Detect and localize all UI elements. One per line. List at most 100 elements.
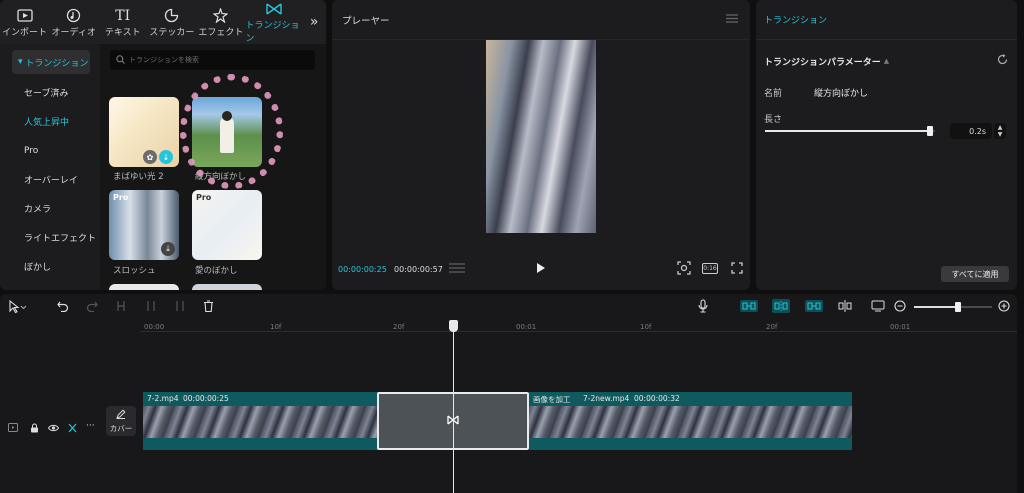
zoom-slider[interactable] [914, 302, 992, 312]
timeline-toolbar [0, 294, 1017, 320]
auto-snap-icon[interactable] [772, 299, 790, 313]
pro-badge: Pro [196, 193, 212, 202]
ruler-tick: 00:00 [144, 323, 165, 331]
clip-1-duration: 00:00:00:25 [183, 394, 229, 403]
visibility-icon[interactable] [47, 424, 60, 435]
cover-label: カバー [109, 423, 133, 433]
download-icon[interactable]: ⤓ [161, 242, 175, 256]
video-preview[interactable] [486, 40, 596, 233]
stepper-up-icon[interactable]: ▲ [998, 124, 1003, 131]
menu-icon[interactable] [726, 13, 738, 26]
category-overlay[interactable]: オーバーレイ [0, 165, 100, 194]
zoom-in-icon[interactable] [998, 300, 1010, 312]
transition-card-partial[interactable] [109, 284, 179, 290]
name-label: 名前 [764, 89, 783, 99]
ruler-tick: 10f [270, 323, 282, 331]
duration-slider-knob[interactable] [926, 126, 933, 136]
tab-import[interactable]: インポート [0, 0, 49, 44]
microphone-icon[interactable] [698, 299, 708, 313]
duration-slider[interactable] [765, 126, 935, 136]
category-trending[interactable]: 人気上昇中 [0, 107, 100, 136]
ruler-tick: 20f [766, 323, 778, 331]
search-placeholder: トランジションを検索 [129, 56, 199, 64]
reset-icon[interactable] [997, 54, 1008, 68]
tab-import-label: インポート [2, 27, 48, 38]
apply-all-button[interactable]: すべてに適用 [941, 266, 1009, 282]
magnet-main-track-icon[interactable] [740, 300, 758, 312]
category-saved[interactable]: セーブ済み [0, 78, 100, 107]
category-pro[interactable]: Pro [0, 136, 100, 165]
clip-2-filmstrip [529, 406, 852, 438]
transition-grid: トランジションを検索 ✿ ↓ まばゆい光 2 縦方向ぼかし Pro ⤓ スロッシ… [100, 44, 326, 290]
duration-input[interactable]: 0.2s [950, 123, 992, 139]
tab-text[interactable]: TI テキスト [98, 0, 147, 44]
transition-card[interactable]: Pro ⤓ [109, 190, 179, 260]
lock-icon[interactable] [30, 423, 39, 436]
tab-effect-label: エフェクト [198, 27, 244, 38]
clip-1-filmstrip [143, 406, 378, 438]
tab-sticker-label: ステッカー [149, 27, 195, 38]
ratio-icon[interactable]: 0:16 [702, 263, 718, 274]
effect-icon [213, 7, 229, 25]
tab-transition[interactable]: トランジション [245, 0, 302, 44]
search-input[interactable]: トランジションを検索 [110, 50, 315, 70]
current-time: 00:00:00:25 [338, 264, 387, 274]
split-right-icon[interactable] [175, 300, 185, 312]
cover-button[interactable]: カバー [106, 406, 136, 436]
preview-axis-icon[interactable] [838, 300, 852, 312]
tab-effect[interactable]: エフェクト [196, 0, 245, 44]
playhead[interactable] [453, 320, 454, 493]
select-tool-icon[interactable] [9, 300, 27, 314]
transition-card[interactable]: ✿ ↓ [109, 97, 179, 167]
thumbnail-toggle-icon[interactable] [871, 300, 885, 312]
zoom-slider-knob[interactable] [955, 302, 961, 312]
video-clip-1[interactable]: 7-2.mp4 00:00:00:25 [143, 392, 378, 450]
clip-2-name: 7-2new.mp4 [583, 394, 630, 403]
more-tabs-chevron-icon[interactable]: » [302, 0, 326, 44]
tab-sticker[interactable]: ステッカー [147, 0, 196, 44]
category-list: ▾ トランジション セーブ済み 人気上昇中 Pro オーバーレイ カメラ ライト… [0, 44, 100, 290]
transition-card[interactable]: Pro [192, 190, 262, 260]
track-header: ··· [0, 404, 102, 452]
clip-2-duration: 00:00:00:32 [634, 394, 680, 403]
param-section-title: トランジションパラメーター [764, 57, 881, 68]
tab-audio[interactable]: オーディオ [49, 0, 98, 44]
collapse-icon[interactable]: ▲ [884, 57, 889, 65]
redo-icon[interactable] [86, 300, 98, 312]
delete-icon[interactable] [203, 300, 214, 312]
player-controls: 00:00:00:25 00:00:00:57 0:16 [332, 258, 750, 280]
zoom-out-icon[interactable] [894, 300, 906, 312]
clip-2-edit-label[interactable]: 画像を加工 [533, 394, 571, 405]
duration-stepper[interactable]: ▲ ▼ [994, 123, 1006, 139]
mute-audio-icon[interactable] [68, 423, 77, 436]
player-header: プレーヤー [332, 0, 750, 40]
waveform-icon[interactable] [448, 262, 466, 277]
transition-name: 愛のぼかし [195, 266, 238, 276]
category-transition[interactable]: ▾ トランジション [12, 50, 90, 74]
stepper-down-icon[interactable]: ▼ [998, 131, 1003, 138]
screenshot-icon[interactable] [677, 260, 691, 278]
linkage-icon[interactable] [805, 300, 823, 312]
more-icon[interactable]: ··· [86, 421, 95, 431]
category-light-effect[interactable]: ライトエフェクト [0, 223, 100, 252]
inspector-title: トランジション [756, 0, 1017, 40]
name-value: 縦方向ぼかし [814, 89, 869, 99]
fullscreen-icon[interactable] [731, 261, 743, 277]
clip-1-name: 7-2.mp4 [147, 394, 179, 403]
category-blur[interactable]: ぼかし [0, 252, 100, 281]
media-panel: インポート オーディオ TI テキスト ステッカー エフェクト トランジション … [0, 0, 326, 290]
player-title: プレーヤー [342, 15, 390, 27]
transition-card-partial[interactable] [192, 284, 262, 290]
video-clip-2[interactable]: 画像を加工 7-2new.mp4 00:00:00:32 [529, 392, 852, 450]
ruler-tick: 10f [640, 323, 652, 331]
favorite-icon[interactable]: ✿ [143, 150, 157, 164]
time-ruler[interactable]: 00:00 10f 20f 00:01 10f 20f 00:01 [140, 320, 1017, 332]
split-left-icon[interactable] [146, 300, 156, 312]
player-panel: プレーヤー 00:00:00:25 00:00:00:57 0:16 [332, 0, 750, 290]
play-button[interactable] [536, 262, 546, 277]
duration-slider-fill [765, 130, 930, 132]
playhead-handle[interactable] [449, 320, 458, 332]
undo-icon[interactable] [57, 300, 69, 312]
category-camera[interactable]: カメラ [0, 194, 100, 223]
split-icon[interactable] [116, 300, 126, 312]
